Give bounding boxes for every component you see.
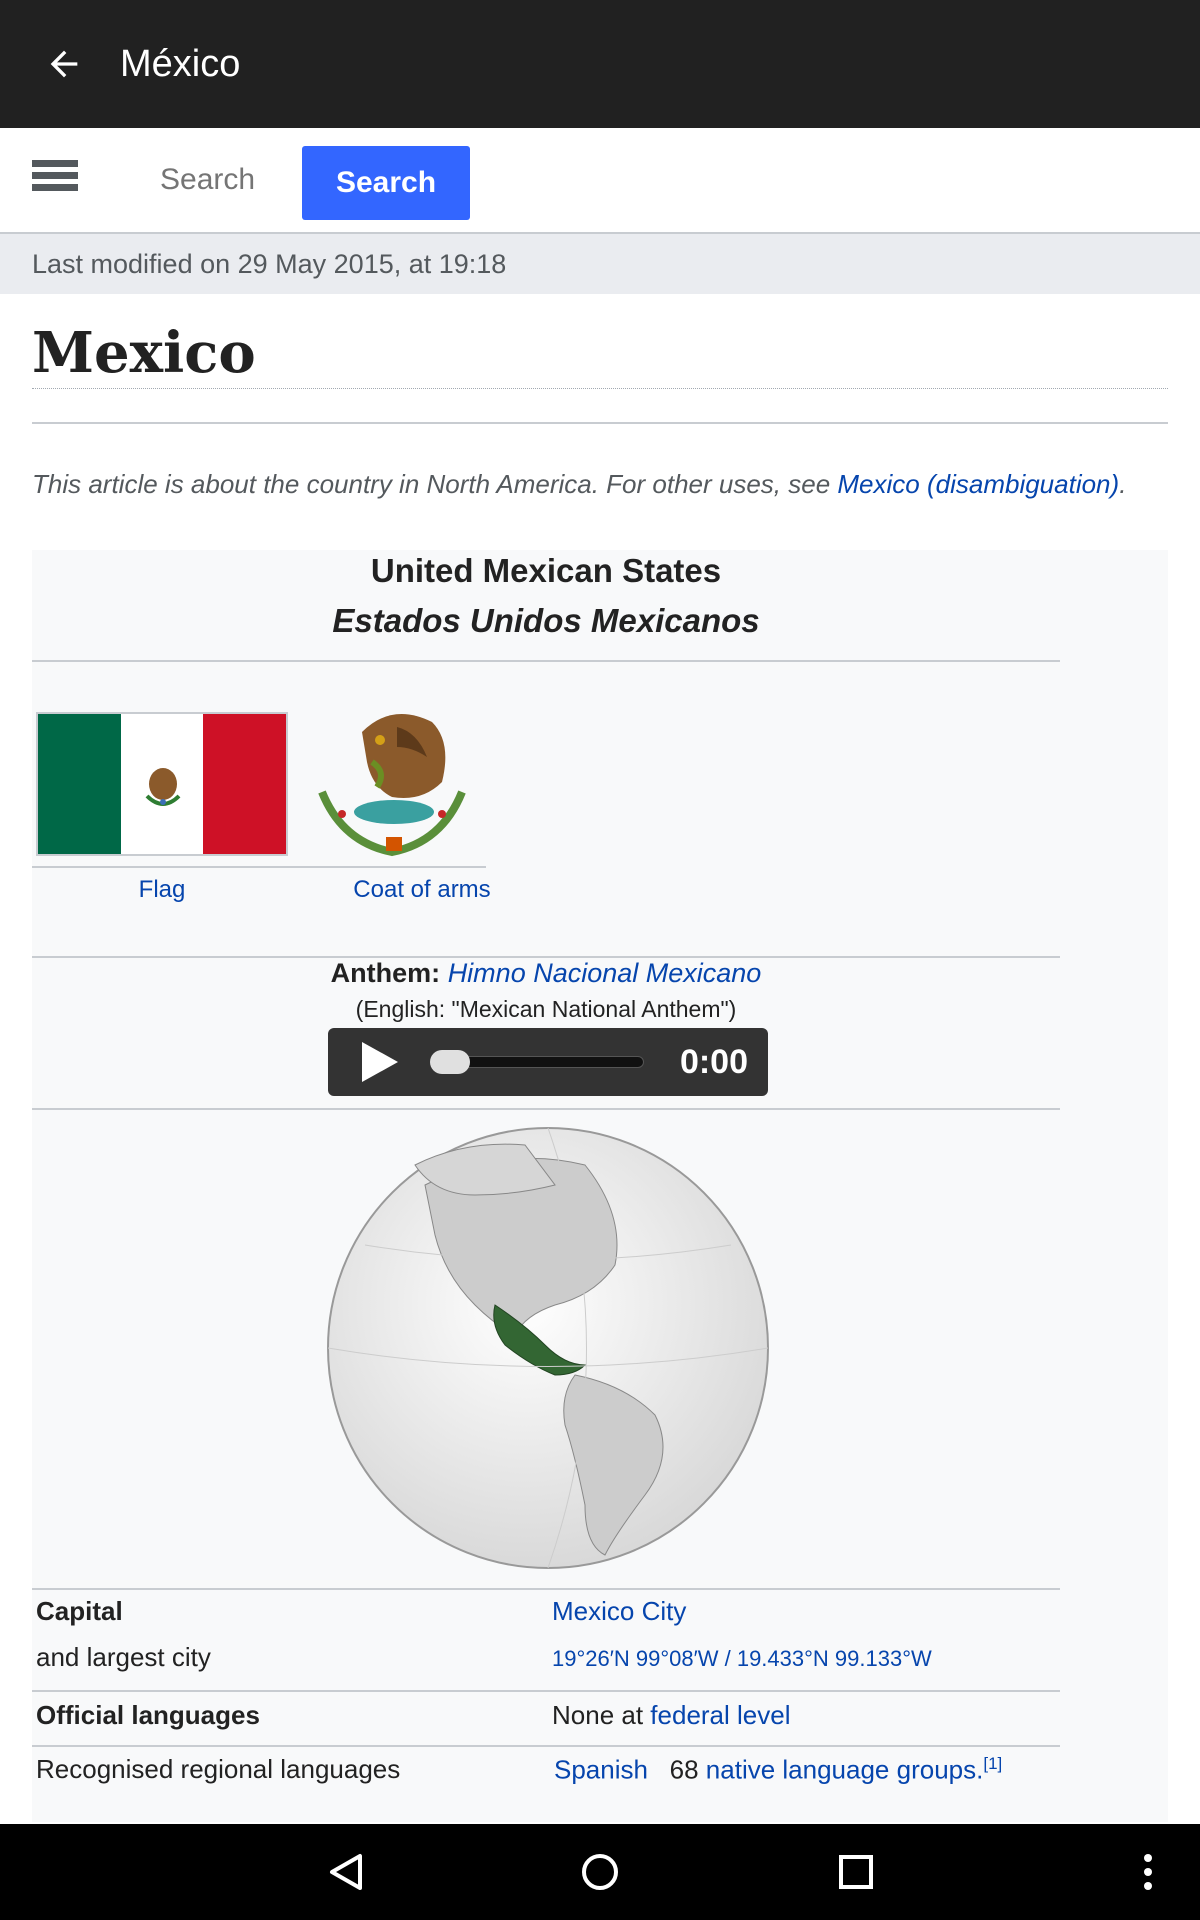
hamburger-icon [32,160,78,191]
location-map[interactable] [325,1125,771,1571]
circle-home-icon [582,1854,618,1890]
title-divider-dotted [32,388,1168,389]
eagle-emblem-icon [318,714,466,857]
app-title: México [120,43,241,85]
flag-image[interactable] [36,712,288,856]
triangle-back-icon [330,1854,362,1890]
coat-of-arms-image[interactable] [302,702,482,862]
menu-button[interactable] [32,160,78,200]
capital-link[interactable]: Mexico City [552,1596,686,1627]
anthem-link[interactable]: Himno Nacional Mexicano [448,958,762,988]
search-button[interactable]: Search [302,146,470,220]
federal-level-link[interactable]: federal level [650,1700,790,1730]
vertical-dots-icon [1144,1854,1152,1890]
system-nav-bar [0,1824,1200,1920]
nav-recents-button[interactable] [828,1844,884,1900]
infobox-native-name: Estados Unidos Mexicanos [332,602,760,639]
square-recents-icon [839,1855,873,1889]
reference-1-link[interactable]: [1] [983,1754,1002,1773]
disambiguation-link[interactable]: Mexico (disambiguation) [837,469,1119,499]
anthem-english: (English: "Mexican National Anthem") [355,996,737,1022]
infobox-divider [32,1690,1060,1692]
play-button[interactable] [358,1042,398,1082]
spanish-link[interactable]: Spanish [554,1755,648,1785]
native-language-groups-link[interactable]: native language groups. [706,1755,984,1785]
search-bar: Search [0,128,1200,234]
infobox-divider [32,660,1060,662]
hatnote: This article is about the country in Nor… [32,469,1127,499]
infobox-divider [32,1588,1060,1590]
overflow-menu-button[interactable] [1120,1844,1176,1900]
audio-time: 0:00 [679,1043,748,1081]
flag-link[interactable]: Flag [32,876,292,904]
coat-of-arms-link[interactable]: Coat of arms [302,876,542,904]
last-modified-bar[interactable]: Last modified on 29 May 2015, at 19:18 [0,234,1200,294]
anthem: Anthem: Himno Nacional Mexicano [330,958,762,988]
nav-back-button[interactable] [318,1844,374,1900]
app-bar: México [0,0,1200,128]
globe-map-icon [327,1127,769,1569]
page-title: Mexico [32,320,256,386]
infobox-name: United Mexican States [370,552,722,589]
image-divider [32,866,486,868]
arrow-left-icon [50,50,78,78]
audio-seek-handle[interactable] [430,1050,470,1074]
search-input[interactable] [140,150,270,210]
audio-player: 0:00 [328,1028,768,1096]
coordinates-link[interactable]: 19°26′N 99°08′W / 19.433°N 99.133°W [552,1646,932,1672]
play-icon [362,1042,398,1082]
flag-emblem-icon [145,768,181,806]
back-button[interactable] [36,36,92,92]
infobox-divider [32,1108,1060,1110]
infobox-divider [32,1745,1060,1747]
title-divider [32,422,1168,424]
nav-home-button[interactable] [572,1844,628,1900]
